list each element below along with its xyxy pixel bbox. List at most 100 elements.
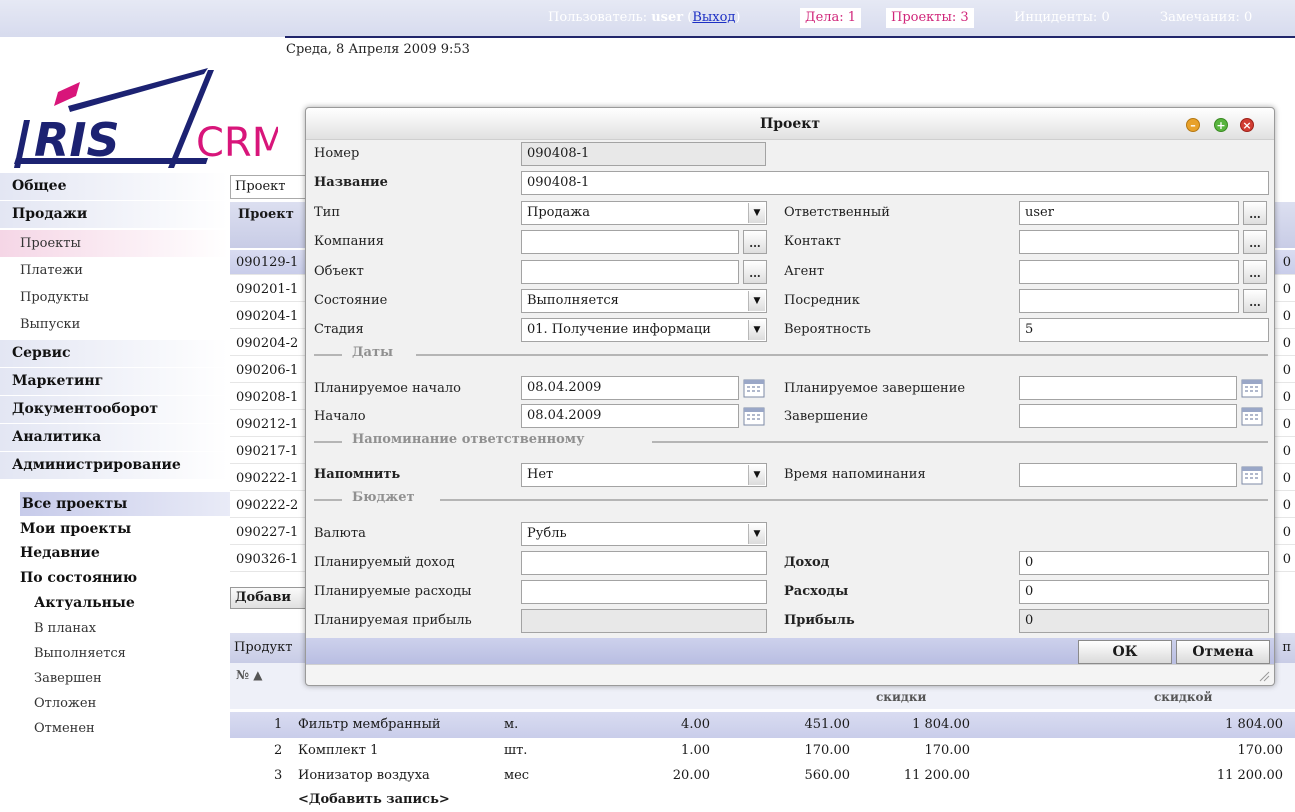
filter-state-actual[interactable]: Актуальные xyxy=(34,591,135,615)
end-field[interactable] xyxy=(1019,404,1237,428)
company-label: Компания xyxy=(314,234,384,249)
remind-time-field[interactable] xyxy=(1019,463,1237,487)
incidents-count[interactable]: Инциденты: 0 xyxy=(1014,10,1110,25)
filter-state-completed[interactable]: Завершен xyxy=(34,667,102,691)
budget-section-divider: Бюджет xyxy=(314,490,1268,508)
table-row[interactable]: 3 Ионизатор воздуха мес 20.00 560.00 11 … xyxy=(230,763,1295,789)
expenses-field[interactable]: 0 xyxy=(1019,580,1269,604)
chevron-down-icon[interactable]: ▼ xyxy=(748,291,765,311)
grid-header-label[interactable]: Проект xyxy=(238,207,294,222)
logo-text-ris: RIS xyxy=(34,113,120,167)
resize-grip-icon[interactable] xyxy=(1258,670,1270,682)
calendar-icon[interactable] xyxy=(743,378,765,398)
planned-expenses-field[interactable] xyxy=(521,580,767,604)
products-col-no[interactable]: № ▲ xyxy=(236,668,262,682)
filter-my-projects[interactable]: Мои проекты xyxy=(20,517,230,541)
remind-time-label: Время напоминания xyxy=(784,467,926,482)
remind-select[interactable]: Нет ▼ xyxy=(521,463,767,487)
top-bar-divider xyxy=(285,36,1295,38)
calendar-icon[interactable] xyxy=(743,406,765,426)
chevron-down-icon[interactable]: ▼ xyxy=(748,524,765,544)
profit-field: 0 xyxy=(1019,609,1269,633)
state-select-value: Выполняется xyxy=(527,293,619,308)
responsible-label: Ответственный xyxy=(784,205,890,220)
nav-sales[interactable]: Продажи xyxy=(0,201,228,228)
state-select[interactable]: Выполняется ▼ xyxy=(521,289,767,313)
reminder-section-title: Напоминание ответственному xyxy=(352,432,585,447)
close-icon[interactable]: × xyxy=(1240,118,1254,132)
dates-section-divider: Даты xyxy=(314,345,1268,363)
dialog-title-bar[interactable]: Проект xyxy=(306,108,1274,140)
filter-state-in-progress[interactable]: Выполняется xyxy=(34,642,126,666)
agent-field[interactable] xyxy=(1019,260,1239,284)
chevron-down-icon[interactable]: ▼ xyxy=(748,465,765,485)
planned-end-label: Планируемое завершение xyxy=(784,381,966,396)
currency-select[interactable]: Рубль ▼ xyxy=(521,522,767,546)
calendar-icon[interactable] xyxy=(1241,465,1263,485)
planned-start-label: Планируемое начало xyxy=(314,381,461,396)
contact-picker-button[interactable]: ... xyxy=(1243,230,1267,254)
nav-service[interactable]: Сервис xyxy=(0,340,228,367)
products-col-discount[interactable]: скидки xyxy=(876,690,926,704)
maximize-icon[interactable]: + xyxy=(1214,118,1228,132)
nav-sales-projects[interactable]: Проекты xyxy=(0,230,228,257)
start-field[interactable]: 08.04.2009 xyxy=(521,404,739,428)
nav-analytics[interactable]: Аналитика xyxy=(0,424,228,451)
filter-state-planned[interactable]: В планах xyxy=(34,617,96,641)
filter-all-projects[interactable]: Все проекты xyxy=(20,492,230,516)
minimize-icon[interactable]: – xyxy=(1186,118,1200,132)
contact-label: Контакт xyxy=(784,234,841,249)
object-picker-button[interactable]: ... xyxy=(743,260,767,284)
contact-field[interactable] xyxy=(1019,230,1239,254)
responsible-picker-button[interactable]: ... xyxy=(1243,201,1267,225)
agent-label: Агент xyxy=(784,264,825,279)
table-row[interactable]: 1 Фильтр мембранный м. 4.00 451.00 1 804… xyxy=(230,712,1295,738)
filter-state-cancelled[interactable]: Отменен xyxy=(34,717,95,741)
nav-general[interactable]: Общее xyxy=(0,173,228,200)
probability-field[interactable]: 5 xyxy=(1019,318,1269,342)
stage-label: Стадия xyxy=(314,322,364,337)
mediator-field[interactable] xyxy=(1019,289,1239,313)
filter-by-state[interactable]: По состоянию xyxy=(20,566,230,590)
tasks-badge[interactable]: Дела: 1 xyxy=(800,8,862,28)
planned-start-field[interactable]: 08.04.2009 xyxy=(521,376,739,400)
chevron-down-icon[interactable]: ▼ xyxy=(748,203,765,223)
nav-sales-payments[interactable]: Платежи xyxy=(0,257,228,284)
add-product-record[interactable]: <Добавить запись> xyxy=(298,792,450,807)
agent-picker-button[interactable]: ... xyxy=(1243,260,1267,284)
add-project-button[interactable]: Добави xyxy=(230,587,310,609)
chevron-down-icon[interactable]: ▼ xyxy=(748,320,765,340)
name-field[interactable]: 090408-1 xyxy=(521,171,1269,195)
stage-select[interactable]: 01. Получение информаци ▼ xyxy=(521,318,767,342)
filter-recent[interactable]: Недавние xyxy=(20,541,230,565)
planned-end-field[interactable] xyxy=(1019,376,1237,400)
products-header-label: Продукт xyxy=(234,640,293,655)
iris-crm-logo: RIS CRM xyxy=(14,68,278,168)
company-field[interactable] xyxy=(521,230,739,254)
products-col-with-discount[interactable]: скидкой xyxy=(1154,690,1212,704)
calendar-icon[interactable] xyxy=(1241,406,1263,426)
nav-sales-releases[interactable]: Выпуски xyxy=(0,311,228,338)
cancel-button[interactable]: Отмена xyxy=(1176,640,1270,664)
logout-link[interactable]: Выход xyxy=(692,10,735,25)
type-select[interactable]: Продажа ▼ xyxy=(521,201,767,225)
calendar-icon[interactable] xyxy=(1241,378,1263,398)
ok-button[interactable]: ОК xyxy=(1078,640,1172,664)
income-field[interactable]: 0 xyxy=(1019,551,1269,575)
grid-toolbar-select[interactable]: Проект xyxy=(230,175,310,199)
nav-documents[interactable]: Документооборот xyxy=(0,396,228,423)
projects-badge[interactable]: Проекты: 3 xyxy=(886,8,974,28)
number-label: Номер xyxy=(314,146,360,161)
state-label: Состояние xyxy=(314,293,388,308)
company-picker-button[interactable]: ... xyxy=(743,230,767,254)
responsible-field[interactable]: user xyxy=(1019,201,1239,225)
object-field[interactable] xyxy=(521,260,739,284)
nav-marketing[interactable]: Маркетинг xyxy=(0,368,228,395)
remarks-count[interactable]: Замечания: 0 xyxy=(1160,10,1252,25)
table-row[interactable]: 2 Комплект 1 шт. 1.00 170.00 170.00 170.… xyxy=(230,738,1295,764)
nav-administration[interactable]: Администрирование xyxy=(0,452,228,479)
planned-income-field[interactable] xyxy=(521,551,767,575)
filter-state-postponed[interactable]: Отложен xyxy=(34,692,96,716)
mediator-picker-button[interactable]: ... xyxy=(1243,289,1267,313)
nav-sales-products[interactable]: Продукты xyxy=(0,284,228,311)
